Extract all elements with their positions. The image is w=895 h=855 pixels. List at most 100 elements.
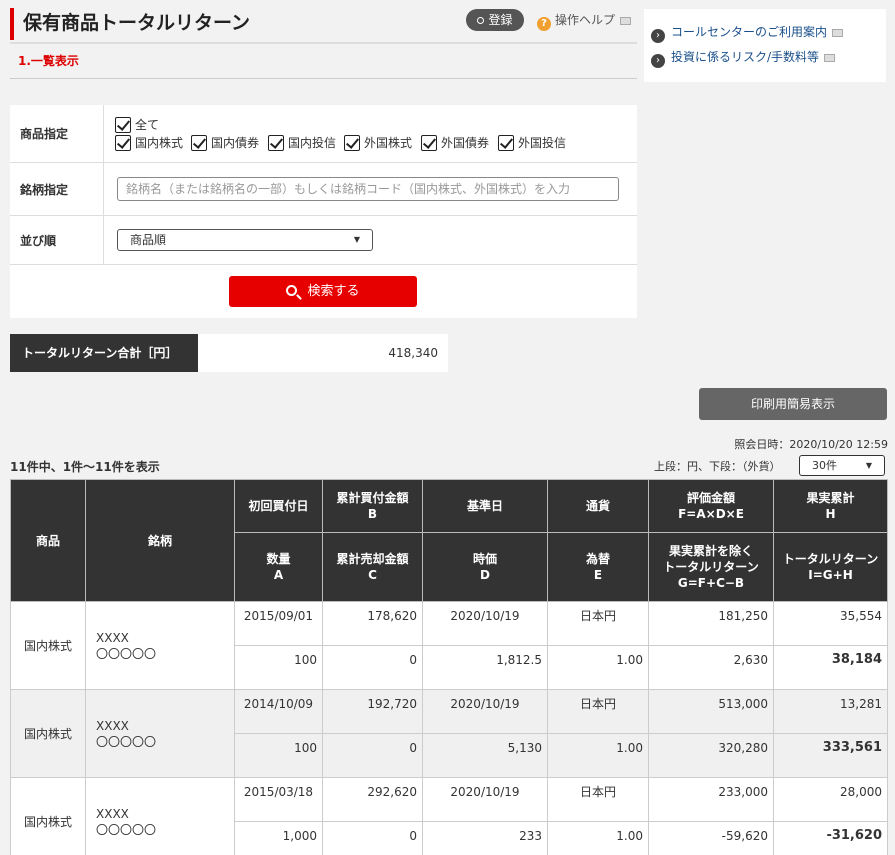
checkbox-check-icon [268,135,284,151]
cell-sell-total: 0 [322,821,423,855]
cell-buy-total: 292,620 [322,777,423,822]
search-button[interactable]: 検索する [229,276,417,307]
checkbox-domestic-bond[interactable]: 国内債券 [191,135,259,151]
person-icon [477,17,485,24]
sort-select[interactable]: 商品順 ▼ [117,229,373,251]
cell-sell-total: 0 [322,645,423,690]
cell-qty: 100 [234,733,323,778]
new-window-icon [620,17,632,25]
dropdown-arrow-icon: ▼ [865,461,872,470]
cell-valuation: 181,250 [648,601,774,646]
cell-price: 233 [422,821,548,855]
checkbox-check-icon [421,135,437,151]
section-title: 1.一覧表示 [18,54,79,68]
header-buy-total: 累計買付金額 B [322,479,423,533]
cell-price: 5,130 [422,733,548,778]
cell-buy-total: 178,620 [322,601,423,646]
cell-valuation: 513,000 [648,689,774,734]
cell-product: 国内株式 [10,601,86,690]
header-name: 銘柄 [85,479,235,602]
cell-first-buy: 2015/03/18 [234,777,323,822]
cell-fx: 1.00 [547,821,649,855]
checkbox-label: 全て [135,118,160,132]
checkbox-label: 国内債券 [211,136,260,150]
cell-total-return: 333,561 [773,733,888,778]
register-button[interactable]: 登録 [466,9,524,31]
table-row: 国内株式 XXXX 〇〇〇〇〇 2015/09/01 178,620 2020/10/19… [10,601,888,690]
section-divider [10,78,637,79]
cell-realized: 13,281 [773,689,888,734]
checkbox-foreign-bond[interactable]: 外国債券 [421,135,489,151]
sort-value: 商品順 [130,233,167,247]
cell-fx: 1.00 [547,645,649,690]
per-page-value: 30件 [812,459,837,472]
result-count: 11件中、1件～11件を表示 [10,460,160,474]
search-icon [286,285,298,296]
cell-sell-total: 0 [322,733,423,778]
checkbox-label: 外国投信 [518,136,567,150]
new-window-icon [824,54,836,62]
risk-fee-link[interactable]: › 投資に係るリスク/手数料等 [651,48,836,68]
cell-realized: 35,554 [773,601,888,646]
print-view-button[interactable]: 印刷用簡易表示 [699,388,887,420]
dropdown-arrow-icon: ▼ [353,235,360,244]
checkbox-foreign-stock[interactable]: 外国株式 [344,135,412,151]
question-icon: ? [537,17,551,31]
total-return-label: トータルリターン合計［円］ [10,334,198,372]
sort-row: 並び順 商品順 ▼ [10,216,637,265]
total-return-value: 418,340 [198,334,448,372]
cell-base-date: 2020/10/19 [422,601,548,646]
chevron-right-icon: › [651,54,665,68]
sort-label: 並び順 [10,216,104,264]
header-excl: 果実累計を除く トータルリターン G=F+C−B [648,532,774,602]
cell-product: 国内株式 [10,689,86,778]
help-link[interactable]: ? 操作ヘルプ [537,11,632,31]
cell-fx: 1.00 [547,733,649,778]
header-fx: 為替 E [547,532,649,602]
checkbox-domestic-stock[interactable]: 国内株式 [115,135,183,151]
header-sell-total: 累計売却金額 C [322,532,423,602]
checkbox-all[interactable]: 全て [115,117,159,133]
cell-base-date: 2020/10/19 [422,689,548,734]
checkbox-check-icon [115,135,131,151]
stock-search-input[interactable]: 銘柄名（または銘柄名の一部）もしくは銘柄コード（国内株式、外国株式）を入力 [117,177,619,201]
call-center-link[interactable]: › コールセンターのご利用案内 [651,23,844,43]
checkbox-check-icon [344,135,360,151]
holdings-table: 商品 銘柄 初回買付日 累計買付金額 B 基準日 通貨 評価金額 F=A×D×E 果… [10,479,888,855]
cell-currency: 日本円 [547,601,649,646]
call-center-label: コールセンターのご利用案内 [671,25,828,39]
new-window-icon [832,29,844,37]
search-label: 検索する [307,284,360,299]
cell-currency: 日本円 [547,777,649,822]
info-links-panel: › コールセンターのご利用案内 › 投資に係るリスク/手数料等 [644,9,886,82]
stock-label: 銘柄指定 [10,163,104,215]
title-divider [10,42,637,44]
cell-excl-return: -59,620 [648,821,774,855]
cell-currency: 日本円 [547,689,649,734]
unit-note: 上段：円、下段：（外貨） [654,460,781,473]
stock-row: 銘柄指定 銘柄名（または銘柄名の一部）もしくは銘柄コード（国内株式、外国株式）を… [10,163,637,216]
cell-excl-return: 320,280 [648,733,774,778]
cell-total-return: -31,620 [773,821,888,855]
risk-fee-label: 投資に係るリスク/手数料等 [671,50,820,64]
checkbox-domestic-fund[interactable]: 国内投信 [268,135,336,151]
table-row: 国内株式 XXXX 〇〇〇〇〇 2015/03/18 292,620 2020/10/19… [10,777,888,855]
register-label: 登録 [488,13,513,27]
cell-name: XXXX 〇〇〇〇〇 [85,777,235,855]
search-form: 商品指定 全て 国内株式 国内債券 国内投信 外国株式 外国債券 外国投信 銘柄… [10,105,637,318]
query-time: 照会日時：2020/10/20 12:59 [734,438,888,451]
checkbox-label: 国内株式 [135,136,184,150]
product-row: 商品指定 全て 国内株式 国内債券 国内投信 外国株式 外国債券 外国投信 [10,105,637,163]
checkbox-check-icon [115,117,131,133]
header-product: 商品 [10,479,86,602]
cell-first-buy: 2014/10/09 [234,689,323,734]
cell-name: XXXX 〇〇〇〇〇 [85,601,235,690]
header-realized: 果実累計 H [773,479,888,533]
cell-price: 1,812.5 [422,645,548,690]
checkbox-check-icon [498,135,514,151]
cell-qty: 100 [234,645,323,690]
checkbox-foreign-fund[interactable]: 外国投信 [498,135,566,151]
per-page-select[interactable]: 30件 ▼ [799,455,885,476]
cell-total-return: 38,184 [773,645,888,690]
cell-valuation: 233,000 [648,777,774,822]
